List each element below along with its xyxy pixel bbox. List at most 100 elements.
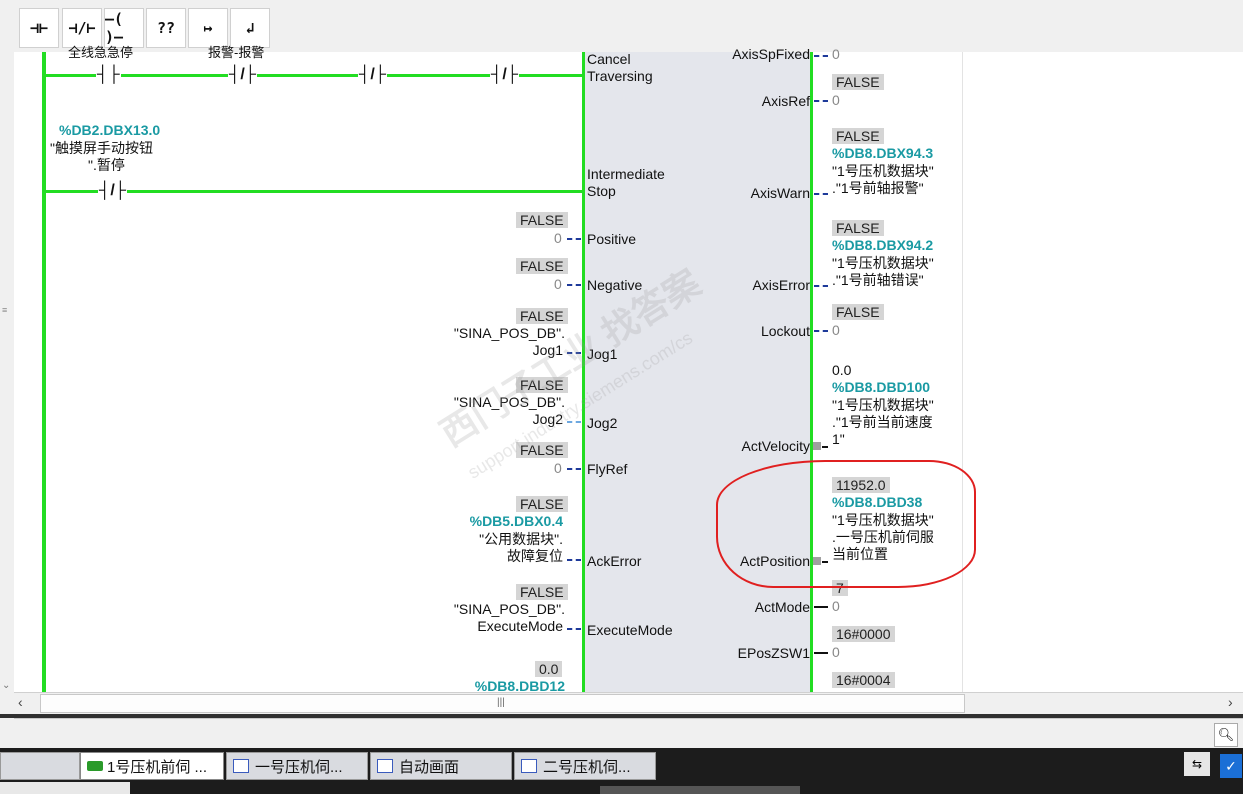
pin-positive[interactable]: Positive — [587, 231, 636, 248]
close-branch-icon[interactable]: ↲ — [230, 8, 270, 48]
taskbar-item[interactable]: 二号压机伺... — [514, 752, 656, 780]
operand-address[interactable]: %DB8.DBX94.3 — [832, 145, 933, 162]
nc-contact-icon[interactable]: ⊣/⊢ — [62, 8, 102, 48]
taskbar-item-label: 1号压机前伺 ... — [107, 758, 208, 776]
no-contact-icon[interactable]: ⊣⊢ — [19, 8, 59, 48]
operand-symbol: ".暂停 — [88, 157, 125, 173]
pin-lockout[interactable]: Lockout — [761, 323, 810, 340]
open-branch-icon[interactable]: ↦ — [188, 8, 228, 48]
operand-symbol: "1号压机数据块" — [832, 397, 934, 413]
splitter-grip-icon[interactable]: ≡ — [2, 306, 11, 320]
power-rail — [42, 52, 46, 692]
chevron-down-icon[interactable]: ⌄ — [2, 680, 12, 691]
connector — [814, 285, 828, 287]
constant[interactable]: 0 — [832, 46, 840, 62]
connector — [567, 628, 581, 630]
connector — [814, 652, 828, 654]
constant[interactable]: 0 — [832, 598, 840, 614]
operand-symbol: "触摸屏手动按钮 — [50, 140, 153, 156]
network-tray-icon[interactable]: ⇆ — [1184, 752, 1210, 776]
constant[interactable]: 0 — [554, 276, 562, 292]
connector — [814, 100, 828, 102]
operand-symbol: ."1号前轴报警" — [832, 180, 924, 196]
pin-intermediate[interactable]: Intermediate — [587, 166, 665, 183]
zoom-icon[interactable]: 🔍︎ — [1214, 723, 1238, 747]
window-icon — [233, 759, 249, 773]
constant[interactable]: 0 — [554, 460, 562, 476]
ladder-toolbar: ⊣⊢ ⊣/⊢ –( )– ?? ↦ ↲ — [14, 0, 1243, 52]
connector — [567, 468, 581, 470]
ladder-block-icon — [87, 761, 103, 771]
operand-symbol: 1" — [832, 431, 845, 447]
taskbar-item[interactable]: 自动画面 — [370, 752, 512, 780]
taskbar-item-label: 自动画面 — [399, 758, 460, 776]
operand-address[interactable]: %DB5.DBX0.4 — [470, 513, 563, 530]
nc-contact-icon[interactable]: ┤/├ — [358, 67, 388, 83]
editor-right-area — [962, 52, 1243, 692]
check-tray-icon[interactable]: ✓ — [1220, 754, 1242, 778]
pin-stop[interactable]: Stop — [587, 183, 616, 200]
status-value: FALSE — [516, 212, 568, 228]
pin-jog2[interactable]: Jog2 — [587, 415, 617, 432]
window-icon — [377, 759, 393, 773]
pin-actmode[interactable]: ActMode — [755, 599, 810, 616]
nc-contact-icon[interactable]: ┤/├ — [98, 183, 128, 199]
operand-address[interactable]: %DB8.DBX94.2 — [832, 237, 933, 254]
pin-traversing[interactable]: Traversing — [587, 68, 653, 85]
taskbar-strip — [600, 786, 800, 794]
constant[interactable]: 0 — [832, 92, 840, 108]
pin-ackerror[interactable]: AckError — [587, 553, 641, 570]
nc-contact-icon[interactable]: ┤/├ — [490, 67, 520, 83]
connector — [814, 193, 828, 195]
pin-axiswarn[interactable]: AxisWarn — [751, 185, 810, 202]
status-value: 0.0 — [832, 362, 852, 378]
status-value: 16#0000 — [832, 626, 895, 642]
connector — [822, 446, 828, 448]
pin-flyref[interactable]: FlyRef — [587, 461, 627, 478]
window-icon — [521, 759, 537, 773]
taskbar-item-label: 一号压机伺... — [255, 758, 343, 776]
operand-address[interactable]: %DB2.DBX13.0 — [59, 122, 160, 139]
taskbar-item[interactable]: 一号压机伺... — [226, 752, 368, 780]
constant[interactable]: 0 — [554, 230, 562, 246]
taskbar-item-active[interactable]: 1号压机前伺 ... — [80, 752, 224, 780]
scroll-left-icon[interactable]: ‹ — [18, 694, 23, 710]
connector-marker — [813, 442, 821, 450]
taskbar-strip — [0, 782, 130, 794]
operand-symbol: 故障复位 — [507, 548, 563, 564]
operand-address[interactable]: %DB8.DBD100 — [832, 379, 930, 396]
operand-symbol[interactable]: ExecuteMode — [477, 618, 563, 635]
connector — [567, 238, 581, 240]
constant[interactable]: 0 — [832, 322, 840, 338]
pin-axisref[interactable]: AxisRef — [762, 93, 810, 110]
status-value: 0.0 — [535, 661, 563, 677]
coil-icon[interactable]: –( )– — [104, 8, 144, 48]
contact-label: 全线急急停 — [68, 45, 134, 60]
pin-actvelocity[interactable]: ActVelocity — [742, 438, 810, 455]
pin-cancel[interactable]: Cancel — [587, 51, 631, 68]
nc-contact-icon[interactable]: ┤/├ — [228, 67, 258, 83]
status-value: FALSE — [832, 304, 884, 320]
connector — [814, 606, 828, 608]
connector — [567, 284, 581, 286]
connector — [567, 559, 581, 561]
scroll-right-icon[interactable]: › — [1228, 694, 1233, 710]
status-value: FALSE — [516, 584, 568, 600]
no-contact-icon[interactable]: ┤├ — [96, 67, 121, 83]
pin-eposzsw1[interactable]: EPosZSW1 — [738, 645, 810, 662]
taskbar-item[interactable] — [0, 752, 80, 780]
operand-symbol: "公用数据块". — [479, 531, 563, 547]
pin-axisspfixed[interactable]: AxisSpFixed — [732, 46, 810, 63]
pin-axiserror[interactable]: AxisError — [752, 277, 810, 294]
highlight-annotation — [716, 460, 976, 588]
operand-symbol: ."1号前轴错误" — [832, 272, 924, 288]
status-value: FALSE — [516, 308, 568, 324]
scroll-grip-icon: ||| — [497, 697, 505, 708]
pin-executemode[interactable]: ExecuteMode — [587, 622, 673, 639]
contact-label: 报警-报警 — [208, 45, 265, 60]
status-value: FALSE — [832, 220, 884, 236]
taskbar-item-label: 二号压机伺... — [543, 758, 631, 776]
constant[interactable]: 0 — [832, 644, 840, 660]
empty-box-icon[interactable]: ?? — [146, 8, 186, 48]
operand-symbol: "1号压机数据块" — [832, 255, 934, 271]
